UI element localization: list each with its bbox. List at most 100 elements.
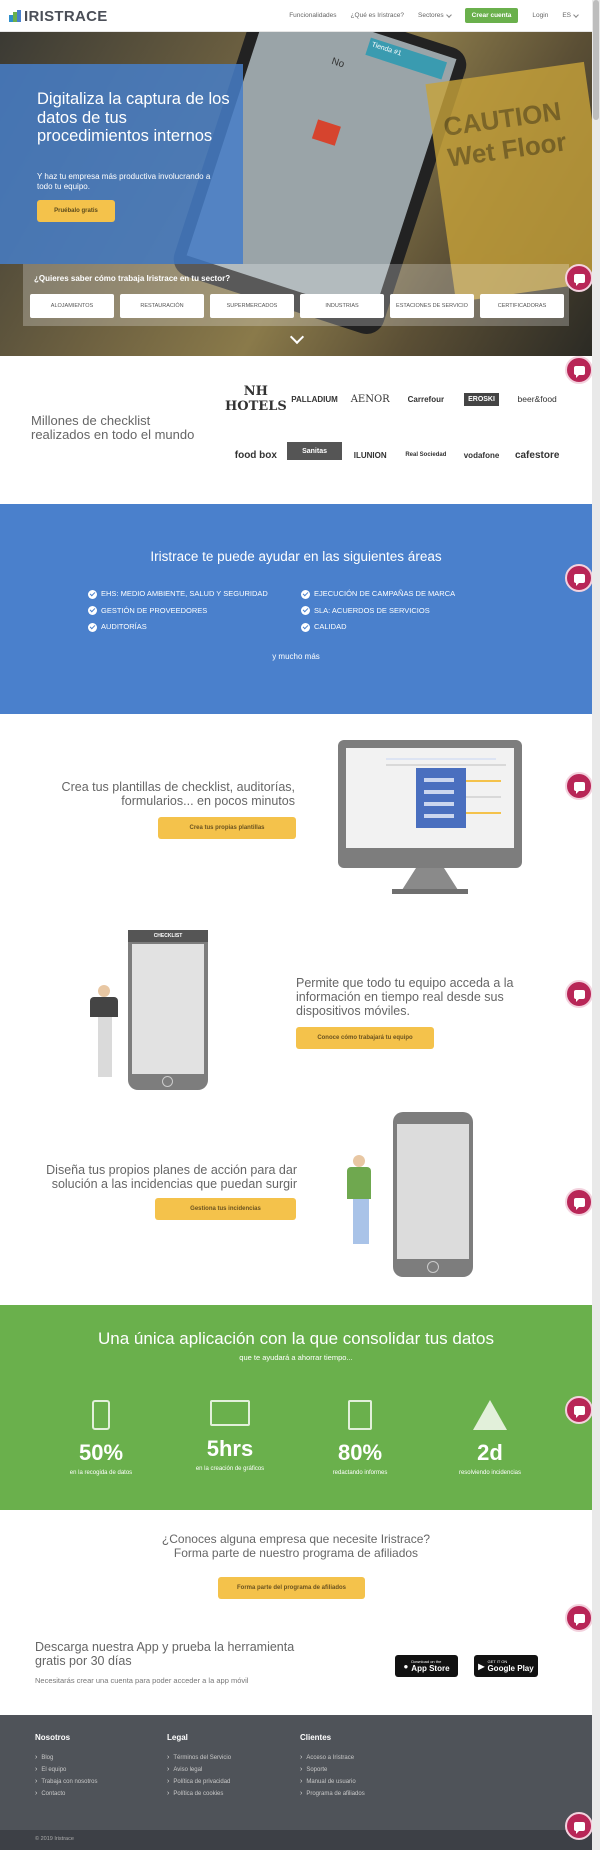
create-account-button[interactable]: Crear cuenta — [464, 8, 519, 23]
main-nav: Funcionalidades ¿Qué es Iristrace? Secto… — [289, 8, 579, 23]
chat-button[interactable] — [565, 1812, 593, 1840]
area-item-label: GESTIÓN DE PROVEEDORES — [101, 605, 208, 615]
footer-link[interactable]: Blog — [35, 1754, 98, 1761]
manage-incidents-button[interactable]: Gestiona tus incidencias — [155, 1198, 296, 1220]
client-logo-vodafone: vodafone — [463, 450, 500, 460]
stat-value: 50% — [78, 1440, 124, 1465]
stat-item: 50% en la recogida de datos — [41, 1400, 161, 1476]
check-icon — [301, 622, 310, 632]
stat-item: 2d resolviendo incidencias — [430, 1400, 550, 1476]
sector-button-supermercados[interactable]: Supermercados — [210, 294, 294, 318]
area-item: AUDITORÍAS — [88, 619, 268, 636]
footer-link[interactable]: Política de privacidad — [167, 1778, 231, 1785]
login-link[interactable]: Login — [532, 12, 548, 19]
area-item-label: CALIDAD — [314, 622, 347, 631]
chat-button[interactable] — [565, 1396, 593, 1424]
copyright: © 2019 Iristrace — [35, 1836, 74, 1842]
footer-link[interactable]: Soporte — [300, 1766, 365, 1773]
scroll-down-icon[interactable] — [289, 329, 305, 345]
sector-button-alojamientos[interactable]: Alojamientos — [30, 294, 114, 318]
language-label: ES — [562, 12, 571, 19]
chat-button[interactable] — [565, 564, 593, 592]
chat-button[interactable] — [565, 772, 593, 800]
footer-link[interactable]: Contacto — [35, 1790, 98, 1797]
stat-value: 5hrs — [206, 1436, 254, 1461]
team-work-button[interactable]: Conoce cómo trabajará tu equipo — [296, 1027, 434, 1049]
chat-button[interactable] — [565, 356, 593, 384]
chat-icon — [573, 573, 585, 586]
areas-section: Iristrace te puede ayudar en las siguien… — [0, 504, 592, 714]
chat-button[interactable] — [565, 264, 593, 292]
stats-section: Una única aplicación con la que consolid… — [0, 1305, 592, 1510]
stat-value: 2d — [477, 1440, 503, 1465]
language-selector[interactable]: ES — [562, 11, 579, 19]
chart-board-icon — [210, 1400, 250, 1426]
logo-mark-icon — [9, 10, 21, 22]
chat-icon — [573, 989, 585, 1002]
chat-icon — [573, 1405, 585, 1418]
monitor-base — [392, 889, 468, 894]
footer-link[interactable]: Aviso legal — [167, 1766, 231, 1773]
nav-what-is[interactable]: ¿Qué es Iristrace? — [351, 12, 404, 19]
badge-text: Google Play — [487, 1664, 534, 1673]
footer-link[interactable]: Manual de usuario — [300, 1778, 365, 1785]
stat-item: 5hrs en la creación de gráficos — [170, 1400, 290, 1472]
chat-icon — [573, 1821, 585, 1834]
stats-title: Una única aplicación con la que consolid… — [98, 1329, 494, 1348]
hero-section: Tienda #1 No CAUTION Wet Floor Digitaliz… — [0, 32, 592, 356]
chat-icon — [573, 1613, 585, 1626]
check-icon — [88, 589, 97, 599]
sector-button-certificadoras[interactable]: Certificadoras — [480, 294, 564, 318]
brand-logo[interactable]: IRISTRACE — [9, 7, 108, 25]
client-logo-carrefour: Carrefour — [407, 394, 445, 404]
create-templates-button[interactable]: Crea tus propias plantillas — [158, 817, 296, 839]
sector-button-industrias[interactable]: Industrias — [300, 294, 384, 318]
chevron-down-icon — [445, 11, 452, 18]
footer-link[interactable]: Política de cookies — [167, 1790, 231, 1797]
chat-button[interactable] — [565, 980, 593, 1008]
area-item: GESTIÓN DE PROVEEDORES — [88, 603, 268, 620]
area-item: CALIDAD — [301, 619, 455, 636]
check-icon — [301, 606, 310, 616]
sector-button-restauracion[interactable]: Restauración — [120, 294, 204, 318]
app-note: Necesitarás crear una cuenta para poder … — [35, 1676, 249, 1685]
footer-column-legal: Legal Términos del Servicio Aviso legal … — [167, 1733, 231, 1802]
hero-title: Digitaliza la captura de los datos de tu… — [37, 90, 230, 145]
phone-header: CHECKLIST — [128, 930, 208, 942]
client-logo-aenor: AENOR — [350, 393, 390, 405]
vertical-scrollbar[interactable] — [592, 0, 600, 1850]
stat-label: en la recogida de datos — [69, 1470, 133, 1476]
affiliate-button[interactable]: Forma parte del programa de afiliados — [218, 1577, 365, 1599]
google-play-badge[interactable]: ▶ GET IT ON Google Play — [474, 1655, 538, 1677]
footer-bottom-bar: © 2019 Iristrace — [0, 1830, 592, 1850]
client-logo-beer-food: beer&food — [517, 394, 557, 404]
brand-name: IRISTRACE — [24, 7, 108, 25]
nav-features[interactable]: Funcionalidades — [289, 12, 336, 19]
footer-column-clientes: Clientes Acceso a Iristrace Soporte Manu… — [300, 1733, 365, 1802]
badge-text: App Store — [411, 1664, 450, 1673]
try-free-button[interactable]: Pruébalo gratis — [37, 200, 115, 222]
client-logos: NH HOTELS PALLADIUM AENOR Carrefour EROS… — [225, 384, 565, 468]
footer-link[interactable]: Términos del Servicio — [167, 1754, 231, 1761]
stat-item: 80% redactando informes — [300, 1400, 420, 1476]
chat-button[interactable] — [565, 1188, 593, 1216]
phone-large-illustration — [393, 1112, 473, 1277]
warning-icon — [473, 1400, 507, 1430]
clients-lead: Millones de checklist realizados en todo… — [31, 413, 195, 442]
footer-link[interactable]: El equipo — [35, 1766, 98, 1773]
footer-link[interactable]: Acceso a Iristrace — [300, 1754, 365, 1761]
scrollbar-thumb[interactable] — [593, 0, 599, 120]
stat-label: redactando informes — [332, 1470, 388, 1476]
areas-right-list: EJECUCIÓN DE CAMPAÑAS DE MARCA SLA: ACUE… — [301, 586, 455, 636]
footer-link[interactable]: Programa de afiliados — [300, 1790, 364, 1797]
client-logo-cafestore: cafestore — [514, 449, 560, 461]
sector-button-estaciones[interactable]: Estaciones de servicio — [390, 294, 474, 318]
nav-sectors[interactable]: Sectores — [418, 11, 452, 19]
app-store-badge[interactable]: ● Download on the App Store — [395, 1655, 458, 1677]
chat-button[interactable] — [565, 1604, 593, 1632]
area-item-label: EHS: MEDIO AMBIENTE, SALUD Y SEGURIDAD — [101, 589, 268, 598]
area-item: EHS: MEDIO AMBIENTE, SALUD Y SEGURIDAD — [88, 586, 268, 603]
sector-question: ¿Quieres saber cómo trabaja Iristrace en… — [34, 274, 231, 283]
client-logo-real-sociedad: Real Sociedad — [405, 452, 447, 458]
footer-link[interactable]: Trabaja con nosotros — [35, 1778, 97, 1785]
